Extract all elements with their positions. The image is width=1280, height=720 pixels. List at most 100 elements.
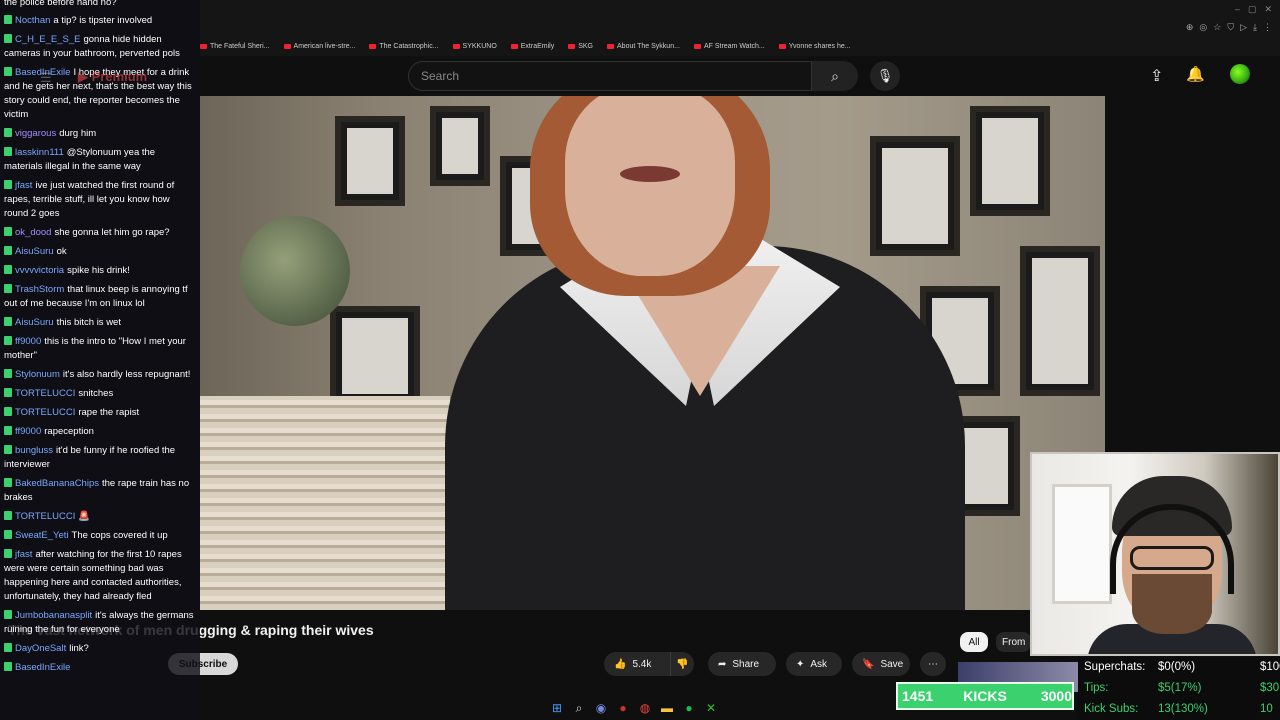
chat-username[interactable]: DayOneSalt: [15, 643, 66, 654]
zoom-icon[interactable]: ⊕: [1186, 22, 1194, 33]
account-avatar[interactable]: [1230, 64, 1250, 84]
bookmark-item[interactable]: The Catastrophic...: [369, 38, 439, 54]
bookmark-favicon-icon: [369, 43, 377, 49]
save-button[interactable]: 🔖 Save: [852, 652, 910, 676]
chat-username[interactable]: AisuSuru: [15, 246, 54, 257]
kick-badge-icon: [4, 67, 12, 76]
chat-username[interactable]: jfast: [15, 549, 32, 560]
chat-username[interactable]: bungluss: [15, 445, 53, 456]
bookmark-item[interactable]: American live-stre...: [283, 38, 356, 54]
bookmark-item[interactable]: SKG: [568, 38, 593, 54]
notifications-bell-icon[interactable]: 🔔: [1186, 65, 1205, 83]
obs-icon[interactable]: ●: [616, 701, 630, 715]
chat-message: jfast after watching for the first 10 rap…: [4, 548, 196, 604]
xbox-icon[interactable]: ✕: [704, 701, 718, 715]
kicksubs-label: Kick Subs:: [1084, 703, 1139, 715]
shield-icon[interactable]: ⛉: [1227, 22, 1234, 33]
search-input[interactable]: Search: [408, 61, 812, 91]
chrome-icon[interactable]: ◍: [638, 701, 652, 715]
chat-username[interactable]: TrashStorm: [15, 284, 64, 295]
chat-username[interactable]: Nocthan: [15, 15, 50, 26]
wall-frame: [335, 116, 405, 206]
kick-badge-icon: [4, 478, 12, 487]
bookmark-label: AF Stream Watch...: [703, 42, 765, 50]
chat-username[interactable]: SweatE_Yeti: [15, 530, 69, 541]
windows-start-icon[interactable]: ⊞: [550, 701, 564, 715]
superchats-row: Superchats: $0(0%) $100: [1084, 657, 1280, 678]
spotify-icon[interactable]: ●: [682, 701, 696, 715]
kick-badge-icon: [4, 426, 12, 435]
chat-message-text: The cops covered it up: [71, 530, 168, 541]
chat-username[interactable]: lasskinn111: [15, 147, 64, 158]
window-controls: – ▢ ✕: [200, 0, 1280, 18]
play-icon[interactable]: ▷: [1240, 22, 1247, 33]
dislike-button[interactable]: 👎: [670, 652, 694, 676]
youtube-logo[interactable]: ▶ Premium: [78, 69, 147, 85]
chat-username[interactable]: Jumbobananasplit: [15, 610, 92, 621]
file-explorer-icon[interactable]: ▬: [660, 701, 674, 715]
download-icon[interactable]: ⤓: [1253, 22, 1257, 33]
kick-badge-icon: [4, 128, 12, 137]
chat-username[interactable]: BakedBananaChips: [15, 478, 99, 489]
bookmark-item[interactable]: The Fateful Sheri...: [200, 38, 270, 54]
chat-message: bungluss it'd be funny if he roofied the …: [4, 444, 196, 472]
bookmark-favicon-icon: [693, 43, 701, 49]
chat-username[interactable]: ff9000: [15, 426, 41, 437]
chip-from[interactable]: From: [996, 632, 1032, 652]
chat-username[interactable]: ff9000: [15, 336, 41, 347]
bookmark-item[interactable]: AF Stream Watch...: [693, 38, 765, 54]
bookmark-label: About The Sykkun...: [617, 42, 680, 50]
chat-username[interactable]: Stylonuum: [15, 369, 60, 380]
kick-badge-icon: [4, 147, 12, 156]
chat-username[interactable]: vvvvvictoria: [15, 265, 64, 276]
chat-username[interactable]: TORTELUCCI: [15, 511, 75, 522]
maximize-icon[interactable]: ▢: [1248, 4, 1257, 15]
chat-username[interactable]: AisuSuru: [15, 317, 54, 328]
hamburger-menu-icon[interactable]: ☰: [40, 70, 52, 86]
video-player[interactable]: [200, 96, 1105, 610]
browser-toolbar: – ▢ ✕ ⊕ ◎ ☆ ⛉ ▷ ⤓ ⋮ The Fateful Sheri...…: [200, 0, 1280, 56]
search-button[interactable]: ⌕: [812, 61, 858, 91]
tips-goal: $30: [1260, 682, 1280, 694]
chat-username[interactable]: TORTELUCCI: [15, 407, 75, 418]
bookmark-item[interactable]: Yvonne shares he...: [778, 38, 851, 54]
kick-badge-icon: [4, 227, 12, 236]
chat-username[interactable]: BasedInExile: [15, 662, 70, 673]
kicksubs-row: Kick Subs: 13(130%) 10: [1084, 699, 1280, 720]
upload-icon[interactable]: ⇪: [1150, 66, 1163, 86]
more-actions-button[interactable]: ⋯: [920, 652, 946, 676]
chip-all[interactable]: All: [960, 632, 988, 652]
bookmark-item[interactable]: About The Sykkun...: [607, 38, 680, 54]
share-button[interactable]: ➦ Share: [708, 652, 776, 676]
chat-username[interactable]: jfast: [15, 180, 32, 191]
voice-search-button[interactable]: 🎙: [870, 61, 900, 91]
chat-username[interactable]: viggarous: [15, 128, 56, 139]
chat-username[interactable]: ok_dood: [15, 227, 51, 238]
bookmark-item[interactable]: ExtraEmily: [510, 38, 554, 54]
bookmark-label: American live-stre...: [293, 42, 356, 50]
chat-username[interactable]: C_H_E_E_S_E: [15, 34, 80, 45]
close-icon[interactable]: ✕: [1264, 4, 1272, 15]
extension-icon[interactable]: ◎: [1199, 22, 1207, 33]
chat-message: C_H_E_E_S_E gonna hide hidden cameras in …: [4, 33, 196, 61]
tips-value: $5(17%): [1158, 682, 1202, 694]
taskbar: ⊞ ⌕ ◉ ● ◍ ▬ ● ✕: [550, 698, 730, 718]
taskbar-search-icon[interactable]: ⌕: [572, 701, 586, 715]
chat-username[interactable]: TORTELUCCI: [15, 388, 75, 399]
bookmark-favicon-icon: [778, 43, 786, 49]
youtube-header: Search ⌕ 🎙 ⇪ 🔔: [200, 56, 1280, 96]
bookmark-star-icon[interactable]: ☆: [1213, 22, 1221, 33]
like-button[interactable]: 👍 5.4k: [604, 652, 670, 676]
wall-frame: [1020, 246, 1100, 396]
menu-dots-icon[interactable]: ⋮: [1263, 22, 1272, 33]
person-mouth: [620, 166, 680, 182]
globe: [240, 216, 350, 326]
discord-icon[interactable]: ◉: [594, 701, 608, 715]
chat-message: ff9000 rapeception: [4, 425, 196, 439]
ask-button[interactable]: ✦ Ask: [786, 652, 842, 676]
bookmark-item[interactable]: SYKKUNO: [452, 38, 497, 54]
bookmark-label: Yvonne shares he...: [788, 42, 851, 50]
minimize-icon[interactable]: –: [1235, 4, 1240, 14]
chat-message-text: rape the rapist: [78, 407, 140, 418]
kick-badge-icon: [4, 180, 12, 189]
